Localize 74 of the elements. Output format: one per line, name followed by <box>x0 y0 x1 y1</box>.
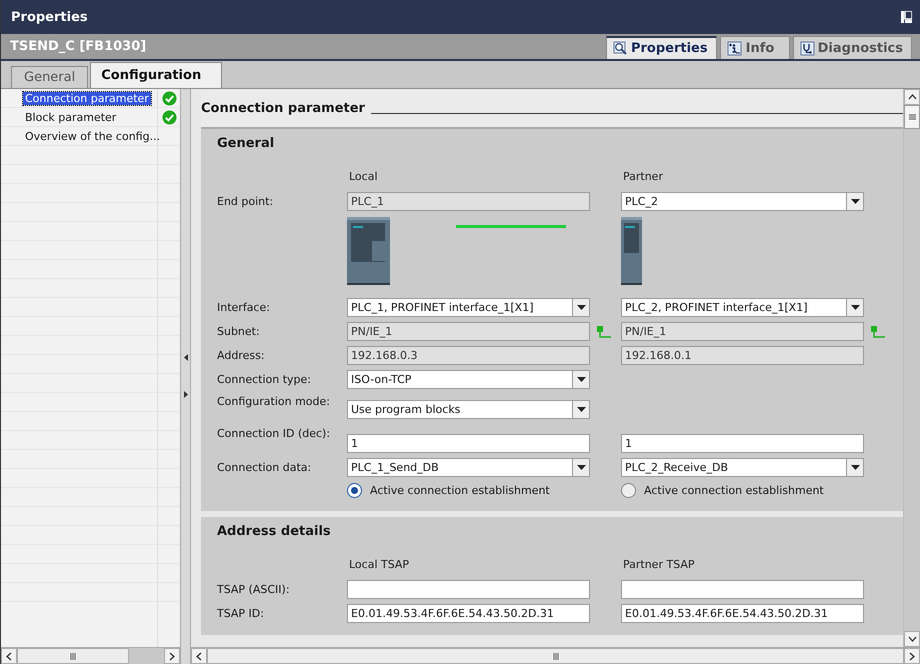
pane-layout-icon[interactable] <box>901 11 912 23</box>
grip-icon[interactable] <box>908 114 916 120</box>
dropdown-arrow-icon <box>576 464 586 470</box>
input-field[interactable]: 1 <box>621 434 864 453</box>
field-label: Connection ID (dec): <box>217 426 332 440</box>
tab[interactable]: Configuration <box>90 62 222 88</box>
magnifier-icon <box>612 41 628 56</box>
input-field[interactable]: 192.168.0.3 <box>347 346 590 364</box>
horizontal-scrollbar[interactable] <box>191 647 920 664</box>
dropdown-arrow-icon <box>850 198 860 204</box>
input-field[interactable] <box>621 580 864 598</box>
tab[interactable]: General <box>11 66 88 88</box>
dropdown-arrow-icon <box>850 464 860 470</box>
chevron-down-icon[interactable] <box>908 636 916 642</box>
column-header: Partner <box>622 170 664 182</box>
field-label: TSAP (ASCII): <box>217 582 291 596</box>
radio-option[interactable]: Active connection establishment <box>347 482 590 498</box>
column-header: Local <box>348 170 379 182</box>
input-field[interactable]: 192.168.0.1 <box>621 346 864 364</box>
panel-title: Address details <box>217 523 332 541</box>
window-title: Properties <box>11 10 88 24</box>
info-icon <box>726 40 743 56</box>
field-label: Address: <box>217 348 266 362</box>
view-tab[interactable]: Properties <box>606 36 717 59</box>
dropdown[interactable]: Use program blocks <box>347 400 590 418</box>
plc-module-drawing <box>347 217 390 285</box>
input-field[interactable]: PN/IE_1 <box>621 322 864 340</box>
dropdown[interactable]: PLC_2_Receive_DB <box>621 458 864 476</box>
dropdown-arrow-icon <box>576 304 586 310</box>
dropdown[interactable]: PLC_2, PROFINET interface_1[X1] <box>621 298 864 316</box>
input-field[interactable] <box>347 580 590 598</box>
plc-module-drawing <box>621 217 642 285</box>
dropdown-arrow-icon <box>850 304 860 310</box>
field-label: Subnet: <box>217 324 261 338</box>
stethoscope-icon <box>800 40 815 56</box>
dropdown-arrow-icon <box>576 406 586 412</box>
input-field[interactable]: 1 <box>347 434 590 453</box>
dropdown[interactable]: ISO-on-TCP <box>347 370 590 388</box>
input-field[interactable]: E0.01.49.53.4F.6F.6E.54.43.50.2D.31 <box>347 604 590 622</box>
radio-option[interactable]: Active connection establishment <box>621 482 864 498</box>
chevron-up-icon[interactable] <box>908 94 916 100</box>
field-label: End point: <box>217 194 274 208</box>
dropdown[interactable]: PLC_1, PROFINET interface_1[X1] <box>347 298 590 316</box>
dropdown[interactable]: PLC_2 <box>621 192 864 210</box>
collapse-left-icon[interactable] <box>184 354 188 361</box>
chevron-right-icon[interactable] <box>909 652 915 660</box>
nav-item[interactable]: Connection parameter <box>23 92 151 104</box>
field-label: Configuration mode: <box>217 394 331 408</box>
nav-item[interactable]: Overview of the config... <box>23 130 162 142</box>
grip-icon[interactable] <box>552 652 558 660</box>
view-tab[interactable]: Diagnostics <box>792 36 912 59</box>
view-tab[interactable]: Info <box>720 36 790 59</box>
field-label: Interface: <box>217 300 271 314</box>
vertical-scrollbar[interactable] <box>903 89 920 647</box>
panel-title: General <box>217 135 276 153</box>
input-field[interactable]: E0.01.49.53.4F.6F.6E.54.43.50.2D.31 <box>621 604 864 622</box>
field-label: Connection type: <box>217 372 312 386</box>
dropdown-arrow-icon <box>576 376 586 382</box>
input-field[interactable]: PLC_1 <box>347 192 590 210</box>
chevron-right-icon[interactable] <box>169 652 175 660</box>
column-header: Partner TSAP <box>622 558 696 570</box>
field-label: Connection data: <box>217 460 312 474</box>
section-title: Connection parameter <box>201 100 365 116</box>
chevron-left-icon[interactable] <box>196 652 202 660</box>
nav-item[interactable]: Block parameter <box>23 110 118 124</box>
object-title: TSEND_C [FB1030] <box>9 39 146 54</box>
column-header: Local TSAP <box>348 558 410 570</box>
chevron-left-icon[interactable] <box>6 652 12 660</box>
dropdown[interactable]: PLC_1_Send_DB <box>347 458 590 476</box>
expand-right-icon[interactable] <box>184 391 188 398</box>
field-label: TSAP ID: <box>217 606 265 620</box>
input-field[interactable]: PN/IE_1 <box>347 322 590 340</box>
horizontal-scrollbar[interactable] <box>1 647 180 664</box>
grip-icon[interactable] <box>70 652 76 660</box>
